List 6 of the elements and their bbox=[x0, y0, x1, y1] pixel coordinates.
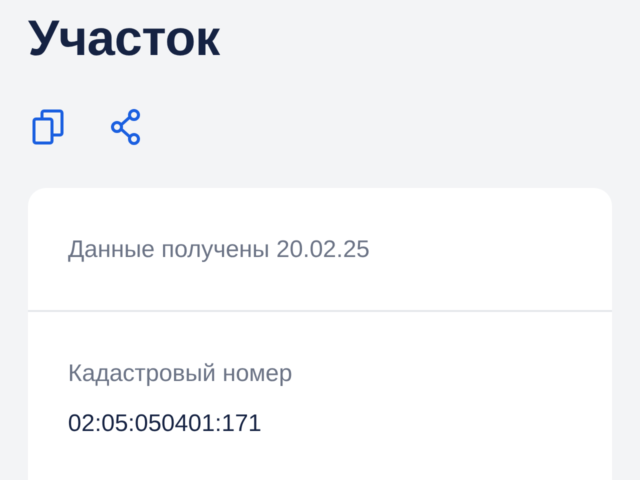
field-label: Кадастровый номер bbox=[68, 359, 294, 389]
copy-icon[interactable] bbox=[32, 109, 64, 145]
page-title: Участок bbox=[28, 9, 221, 68]
share-icon[interactable] bbox=[110, 109, 142, 145]
field-value: 02:05:050401:171 bbox=[68, 409, 263, 439]
data-date: Данные получены 20.02.25 bbox=[68, 235, 371, 265]
